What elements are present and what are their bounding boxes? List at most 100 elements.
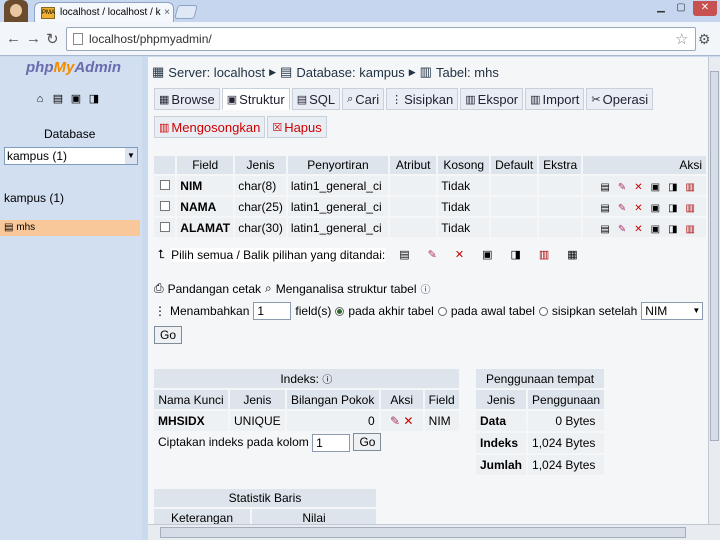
table-row: MHSIDX UNIQUE 0 ✎ ✕ NIM <box>154 411 459 431</box>
database-select[interactable]: kampus (1) ▼ <box>4 147 138 165</box>
print-view-link[interactable]: Pandangan cetak <box>168 282 261 296</box>
col-header-usage: Penggunaan <box>528 390 605 409</box>
reload-icon[interactable]: ↻ <box>46 30 59 48</box>
table-icon: ▥ <box>419 64 432 79</box>
tab-search[interactable]: ⌕ Cari <box>342 88 385 110</box>
radio-at-end[interactable] <box>335 306 345 316</box>
vertical-scrollbar[interactable] <box>708 57 720 531</box>
edit-icon[interactable]: ✎ <box>618 203 634 214</box>
browser-tab[interactable]: PMA localhost / localhost / kampus × <box>34 2 174 22</box>
tab-import[interactable]: ▥ Import <box>525 88 585 110</box>
go-button[interactable]: Go <box>154 326 183 344</box>
analyze-icon: ⌕ <box>265 281 272 295</box>
back-icon[interactable]: ← <box>6 30 21 47</box>
usage-unit: Bytes <box>565 414 596 428</box>
browser-tab-title: localhost / localhost / kampus <box>60 7 161 18</box>
breadcrumb-server[interactable]: Server: localhost <box>168 65 265 80</box>
tab-insert[interactable]: ⋮ Sisipkan <box>386 88 459 110</box>
radio-after[interactable] <box>538 306 548 316</box>
browse-distinct-icon[interactable]: ▤ <box>600 203 617 214</box>
breadcrumb-database[interactable]: Database: kampus <box>296 65 404 80</box>
help-icon[interactable]: ◨ <box>88 93 100 106</box>
edit-icon[interactable]: ✎ <box>618 182 634 193</box>
browse-distinct-icon[interactable]: ▤ <box>600 224 617 235</box>
primary-key-icon[interactable]: ▣ <box>651 224 668 235</box>
create-index-label: Ciptakan indeks pada kolom <box>158 435 309 450</box>
server-icon: ▦ <box>152 64 165 79</box>
primary-selected-icon[interactable]: ▣ <box>482 248 492 261</box>
browse-selected-icon[interactable]: ▤ <box>399 248 409 261</box>
horizontal-scroll-thumb[interactable] <box>160 527 686 538</box>
edit-icon[interactable]: ✎ <box>618 224 634 235</box>
row-checkbox[interactable] <box>159 179 170 190</box>
tab-structure[interactable]: ▣ Struktur <box>221 88 290 110</box>
address-bar[interactable]: localhost/phpmyadmin/ ☆ <box>66 27 696 51</box>
database-name-link[interactable]: kampus (1) <box>4 191 64 205</box>
delete-selected-icon[interactable]: ✕ <box>455 248 464 261</box>
after-field-select[interactable]: NIM ▼ <box>641 302 704 320</box>
add-field-count-input[interactable]: 1 <box>253 302 292 320</box>
phpmyadmin-logo[interactable]: phpMyAdmin <box>26 59 121 76</box>
fulltext-selected-icon[interactable]: ▦ <box>567 248 577 261</box>
sql-query-icon[interactable]: ▤ <box>52 93 64 106</box>
help-icon[interactable]: ⓘ <box>322 375 332 386</box>
delete-icon[interactable]: ✕ <box>403 414 413 428</box>
index-icon[interactable]: ◨ <box>668 182 685 193</box>
select-all-bar: ⮤ Pilih semua / Balik pilihan yang ditan… <box>158 247 578 262</box>
unique-selected-icon[interactable]: ▥ <box>539 248 549 261</box>
new-tab-button[interactable] <box>174 5 198 19</box>
delete-icon[interactable]: ✕ <box>634 224 650 235</box>
select-all-link[interactable]: Pilih semua / Balik pilihan yang ditanda… <box>171 247 386 262</box>
unique-icon[interactable]: ▥ <box>686 224 703 235</box>
chevron-down-icon: ▼ <box>125 148 137 164</box>
field-attributes <box>390 197 437 216</box>
tab-operations[interactable]: ✂ Operasi <box>586 88 654 110</box>
horizontal-scrollbar[interactable] <box>148 524 720 540</box>
sidebar-table-item-mhs[interactable]: ▤ mhs <box>0 220 140 236</box>
forward-icon[interactable]: → <box>26 30 41 47</box>
tab-empty[interactable]: ▥ Mengosongkan <box>154 116 266 138</box>
close-window-icon[interactable]: ✕ <box>693 1 717 16</box>
primary-key-icon[interactable]: ▣ <box>651 203 668 214</box>
index-selected-icon[interactable]: ◨ <box>510 248 520 261</box>
breadcrumb-separator-icon: ▶ <box>408 66 416 77</box>
row-checkbox[interactable] <box>159 200 170 211</box>
vertical-scroll-thumb[interactable] <box>710 71 719 441</box>
tab-sql[interactable]: ▤ SQL <box>291 88 341 110</box>
user-avatar[interactable] <box>4 0 28 22</box>
help-icon[interactable]: ⓘ <box>421 281 431 296</box>
wrench-menu-icon[interactable]: ⚙ <box>698 31 711 48</box>
create-index-count-input[interactable]: 1 <box>312 434 351 452</box>
primary-key-icon[interactable]: ▣ <box>651 182 668 193</box>
create-index-go-button[interactable]: Go <box>353 433 382 452</box>
edit-icon[interactable]: ✎ <box>390 414 400 428</box>
edit-selected-icon[interactable]: ✎ <box>428 248 437 261</box>
row-checkbox[interactable] <box>159 221 170 232</box>
delete-icon[interactable]: ✕ <box>634 182 650 193</box>
breadcrumb-table[interactable]: Tabel: mhs <box>436 65 499 80</box>
fields-label: field(s) <box>295 304 332 318</box>
docs-icon[interactable]: ▣ <box>70 93 82 106</box>
maximize-icon[interactable]: ▢ <box>672 1 690 16</box>
index-icon[interactable]: ◨ <box>668 224 685 235</box>
close-tab-icon[interactable]: × <box>161 7 173 18</box>
radio-at-start[interactable] <box>437 306 447 316</box>
tab-export[interactable]: ▥ Ekspor <box>460 88 524 110</box>
left-nav-icons: ⌂ ▤ ▣ ◨ <box>34 93 100 106</box>
chevron-down-icon: ▼ <box>692 306 701 315</box>
index-icon[interactable]: ◨ <box>668 203 685 214</box>
row-statistics-table: Statistik Baris Keterangan Nilai <box>152 487 378 529</box>
analyze-structure-link[interactable]: Menganalisa struktur tabel <box>276 282 417 296</box>
tab-browse[interactable]: ▦ Browse <box>154 88 220 110</box>
bookmark-star-icon[interactable]: ☆ <box>675 30 695 48</box>
field-null: Tidak <box>438 176 490 195</box>
browse-distinct-icon[interactable]: ▤ <box>600 182 617 193</box>
minimize-icon[interactable]: ▁ <box>652 1 670 16</box>
unique-icon[interactable]: ▥ <box>686 182 703 193</box>
home-icon[interactable]: ⌂ <box>34 93 46 106</box>
url-text: localhost/phpmyadmin/ <box>89 32 212 46</box>
delete-icon[interactable]: ✕ <box>634 203 650 214</box>
insert-icon: ⋮ <box>391 93 403 106</box>
unique-icon[interactable]: ▥ <box>686 203 703 214</box>
tab-drop[interactable]: ☒ Hapus <box>267 116 327 138</box>
